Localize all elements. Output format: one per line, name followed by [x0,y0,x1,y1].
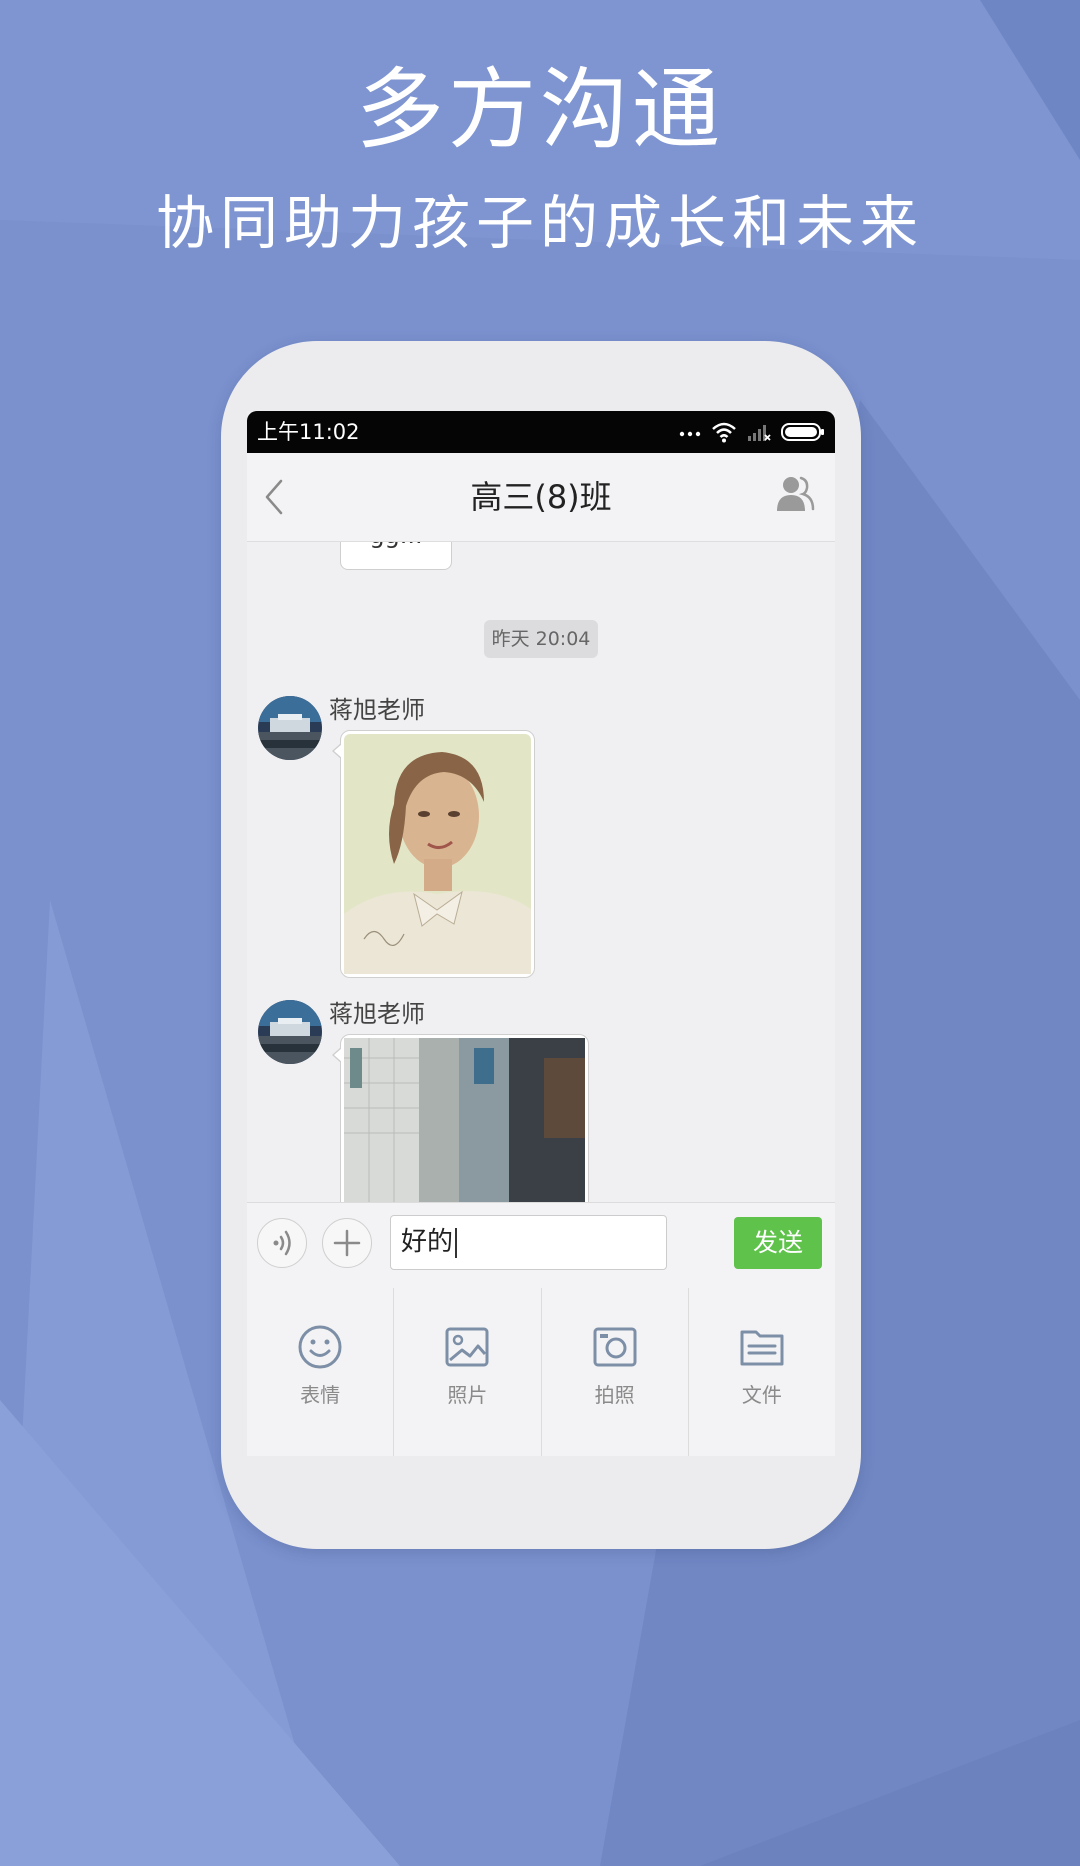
more-options-button[interactable] [322,1218,372,1268]
sender-name: 蒋旭老师 [329,696,425,724]
sender-name: 蒋旭老师 [329,1000,425,1028]
photo-icon [445,1327,489,1367]
status-time: 上午11:02 [257,420,360,444]
tool-camera[interactable]: 拍照 [542,1288,689,1456]
portrait-painting-image [344,734,531,974]
tool-file[interactable]: 文件 [689,1288,835,1456]
voice-icon [273,1230,291,1256]
battery-icon [781,423,824,441]
phone-screen: 上午11:02 高三(8)班 昨天 20:04 蒋旭老师 蒋旭老师 好的 发送 … [247,411,835,1456]
tool-photo[interactable]: 照片 [394,1288,542,1456]
avatar[interactable] [258,1000,322,1064]
send-button[interactable]: 发送 [734,1217,822,1269]
message-input-value: 好的 [401,1227,454,1257]
camera-icon [593,1327,637,1367]
promo-title: 多方沟通 [355,58,724,161]
status-bar: 上午11:02 [247,411,835,453]
message-input[interactable]: 好的 [390,1215,667,1270]
chat-header: 高三(8)班 [247,453,835,542]
promo-subtitle: 协同助力孩子的成长和未来 [155,189,924,257]
wifi-icon [712,422,736,443]
image-message[interactable] [332,1034,589,1202]
chat-messages[interactable]: gg... 昨天 20:04 蒋旭老师 [247,542,835,1202]
voice-button[interactable] [257,1218,307,1268]
text-caret [455,1227,458,1258]
chat-title: 高三(8)班 [470,478,612,516]
folder-icon [740,1330,784,1366]
attachment-toolbar: 表情 照片 拍照 文件 [247,1288,835,1456]
tool-file-label: 文件 [741,1383,782,1407]
more-dots-icon [679,431,701,437]
group-members-icon[interactable] [775,473,817,517]
message-composer: 好的 发送 [247,1202,835,1289]
image-message[interactable] [332,730,535,978]
previous-message-bubble[interactable]: gg... [340,542,452,570]
plus-icon [333,1229,361,1257]
timestamp-badge: 昨天 20:04 [484,620,598,658]
tool-emoji-label: 表情 [300,1383,341,1407]
hallway-photo-image [344,1038,585,1202]
emoji-icon [298,1325,342,1369]
tool-photo-label: 照片 [447,1383,488,1407]
signal-icon [748,425,771,441]
avatar[interactable] [258,696,322,760]
tool-emoji[interactable]: 表情 [247,1288,395,1456]
tool-camera-label: 拍照 [594,1383,635,1407]
